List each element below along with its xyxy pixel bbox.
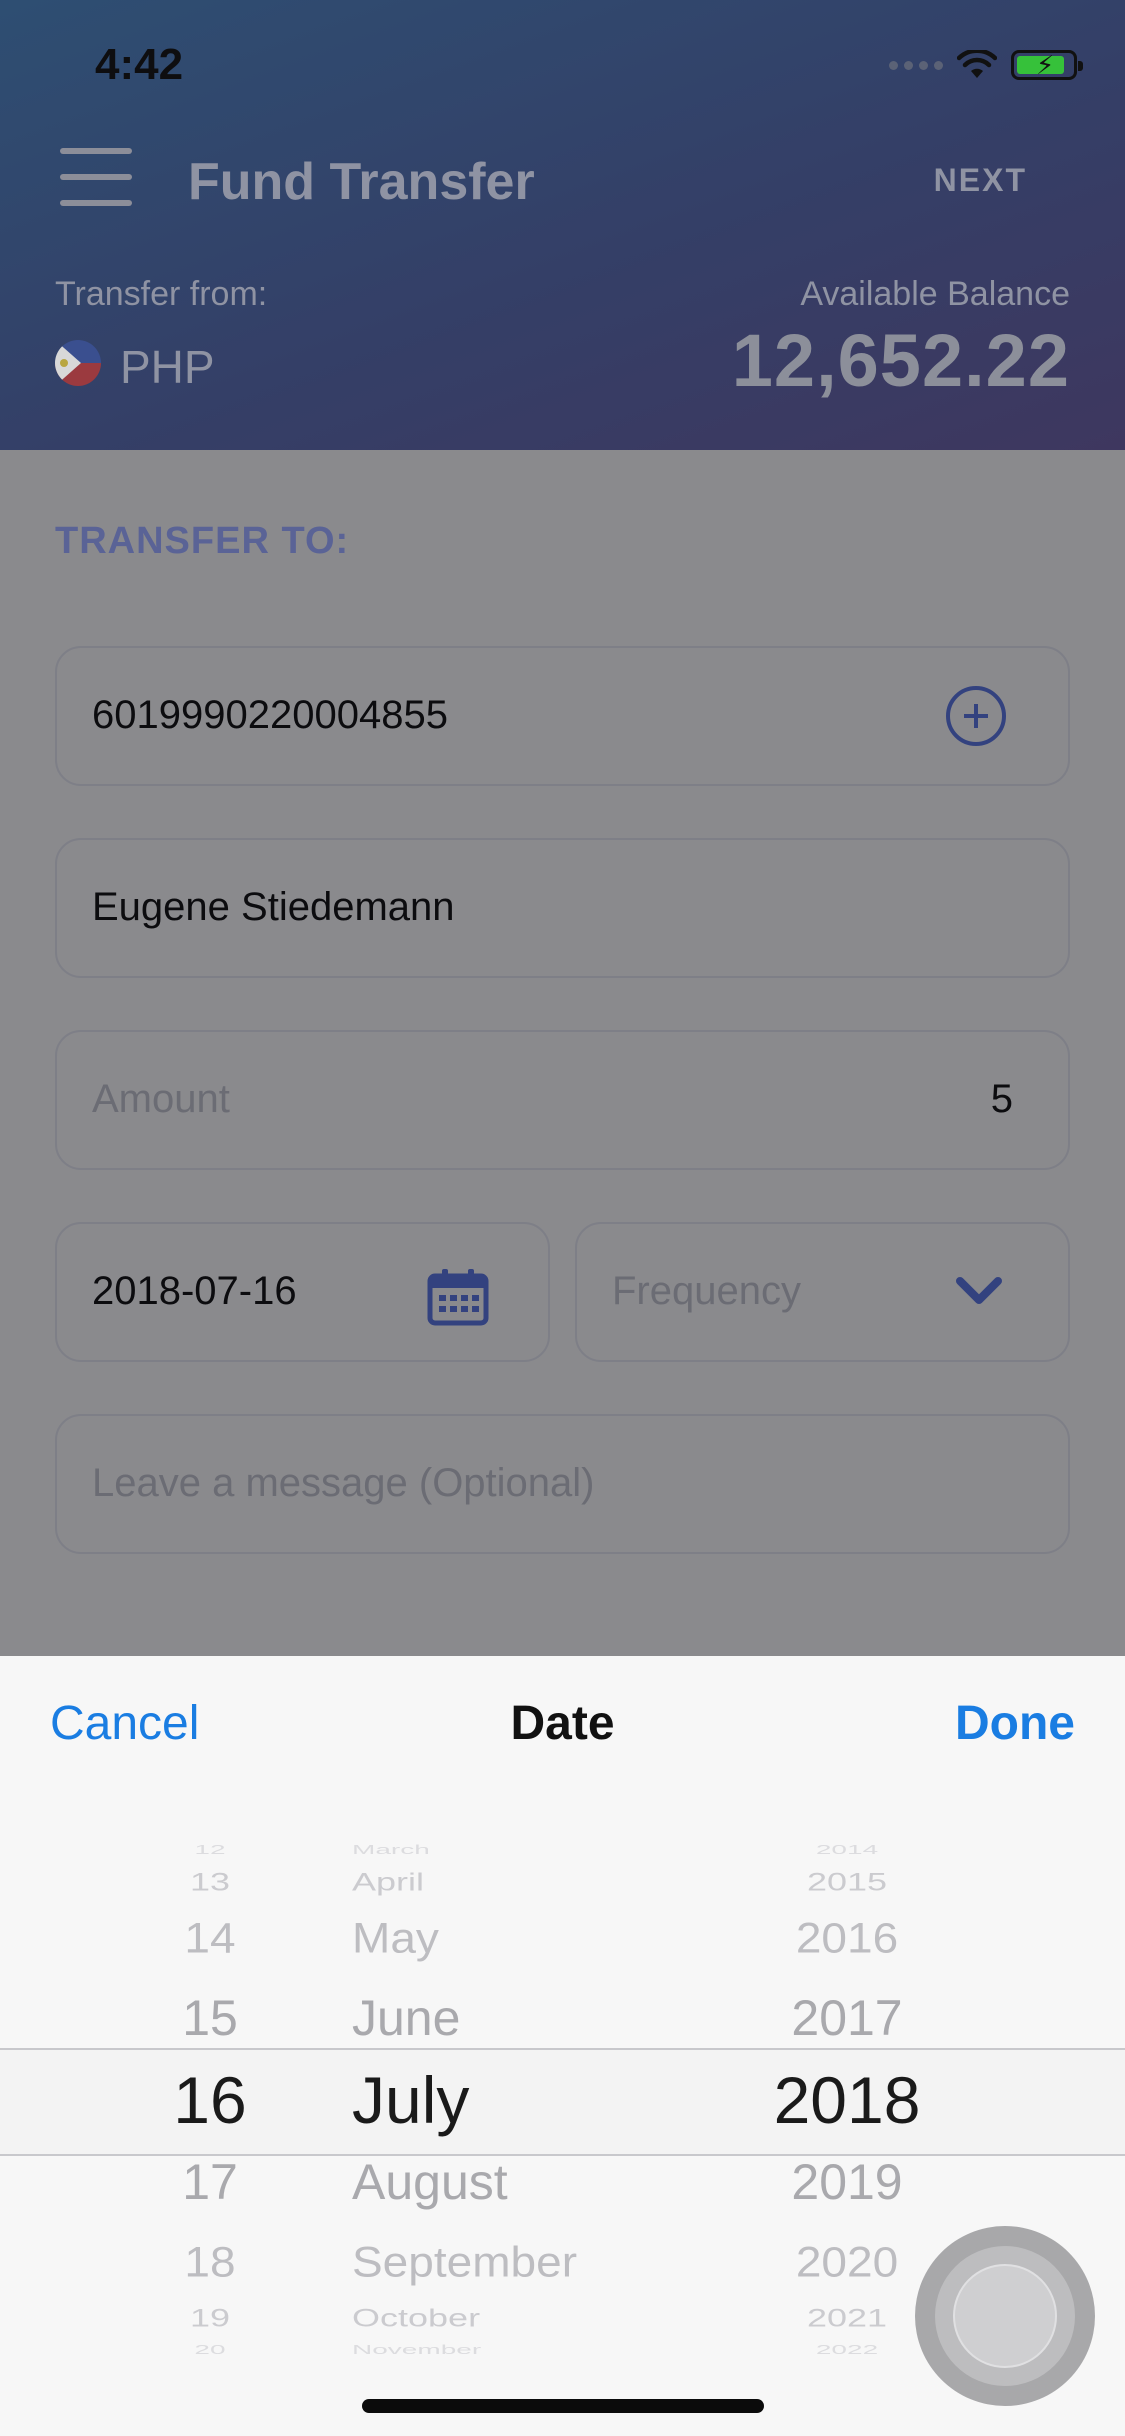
year-wheel-item[interactable]: 2016 <box>796 1913 898 1963</box>
next-button[interactable]: NEXT <box>934 162 1027 199</box>
year-wheel-item[interactable]: 2018 <box>774 2062 921 2138</box>
transfer-form: TRANSFER TO: 6019990220004855 Eugene Sti… <box>0 450 1125 1656</box>
year-wheel-item[interactable]: 2017 <box>791 1989 902 2047</box>
month-wheel-item[interactable]: July <box>352 2062 469 2138</box>
month-wheel-item[interactable]: November <box>352 2343 481 2357</box>
month-wheel-item[interactable]: October <box>352 2303 480 2332</box>
day-wheel-item[interactable]: 14 <box>184 1913 235 1963</box>
day-wheel-item[interactable]: 16 <box>173 2062 246 2138</box>
hamburger-menu-icon[interactable] <box>60 148 132 210</box>
recipient-name-value: Eugene Stiedemann <box>92 885 455 929</box>
amount-field[interactable]: Amount 5 <box>55 1030 1070 1170</box>
philippines-flag-icon <box>55 340 101 386</box>
month-wheel-item[interactable]: September <box>352 2237 577 2287</box>
message-field[interactable]: Leave a message (Optional) <box>55 1414 1070 1554</box>
year-wheel-item[interactable]: 2020 <box>796 2237 898 2287</box>
recipient-name-field[interactable]: Eugene Stiedemann <box>55 838 1070 978</box>
date-value: 2018-07-16 <box>92 1269 297 1313</box>
signal-icon <box>889 60 943 70</box>
transfer-from-label: Transfer from: <box>55 275 268 313</box>
page-title: Fund Transfer <box>188 153 535 211</box>
month-wheel-item[interactable]: June <box>352 1989 460 2047</box>
year-wheel-item[interactable]: 2014 <box>816 1843 878 1857</box>
status-icons: ⚡ <box>889 50 1083 80</box>
day-wheel-item[interactable]: 12 <box>194 1843 225 1857</box>
day-wheel-item[interactable]: 20 <box>194 2343 225 2357</box>
year-wheel-item[interactable]: 2021 <box>807 2303 887 2332</box>
calendar-icon[interactable] <box>427 1268 489 1326</box>
available-balance-label: Available Balance <box>800 275 1070 313</box>
frequency-dropdown[interactable]: Frequency <box>575 1222 1070 1362</box>
day-wheel-item[interactable]: 19 <box>190 2303 230 2332</box>
day-wheel-item[interactable]: 17 <box>182 2153 238 2211</box>
month-wheel-item[interactable]: May <box>352 1913 439 1963</box>
year-wheel-item[interactable]: 2022 <box>816 2343 878 2357</box>
chevron-down-icon[interactable] <box>955 1276 1003 1306</box>
day-wheel-item[interactable]: 18 <box>184 2237 235 2287</box>
add-circle-icon[interactable] <box>946 686 1006 746</box>
battery-icon: ⚡ <box>1011 50 1083 80</box>
status-time: 4:42 <box>95 40 184 89</box>
year-wheel-item[interactable]: 2019 <box>791 2153 902 2211</box>
assistive-touch-button[interactable] <box>915 2226 1095 2406</box>
account-number-field[interactable]: 6019990220004855 <box>55 646 1070 786</box>
frequency-placeholder: Frequency <box>612 1269 801 1313</box>
currency-label: PHP <box>120 341 215 393</box>
amount-value: 5 <box>990 1077 1013 1121</box>
day-wheel-item[interactable]: 15 <box>182 1989 238 2047</box>
message-placeholder: Leave a message (Optional) <box>92 1461 595 1505</box>
app-header: 4:42 ⚡ Fund Transfer NEXT Transfer from:… <box>0 0 1125 450</box>
month-wheel-item[interactable]: April <box>352 1867 424 1896</box>
available-balance-value: 12,652.22 <box>731 319 1070 402</box>
selection-indicator <box>0 2048 1125 2156</box>
date-field[interactable]: 2018-07-16 <box>55 1222 550 1362</box>
done-button[interactable]: Done <box>955 1696 1075 1751</box>
day-wheel-item[interactable]: 13 <box>190 1867 230 1896</box>
month-wheel-item[interactable]: August <box>352 2153 508 2211</box>
month-wheel-item[interactable]: March <box>352 1843 430 1857</box>
wifi-icon <box>957 50 997 78</box>
year-wheel-item[interactable]: 2015 <box>807 1867 887 1896</box>
account-number-value: 6019990220004855 <box>92 693 448 737</box>
amount-placeholder: Amount <box>92 1077 230 1121</box>
transfer-to-label: TRANSFER TO: <box>55 520 350 562</box>
home-indicator <box>362 2399 764 2413</box>
